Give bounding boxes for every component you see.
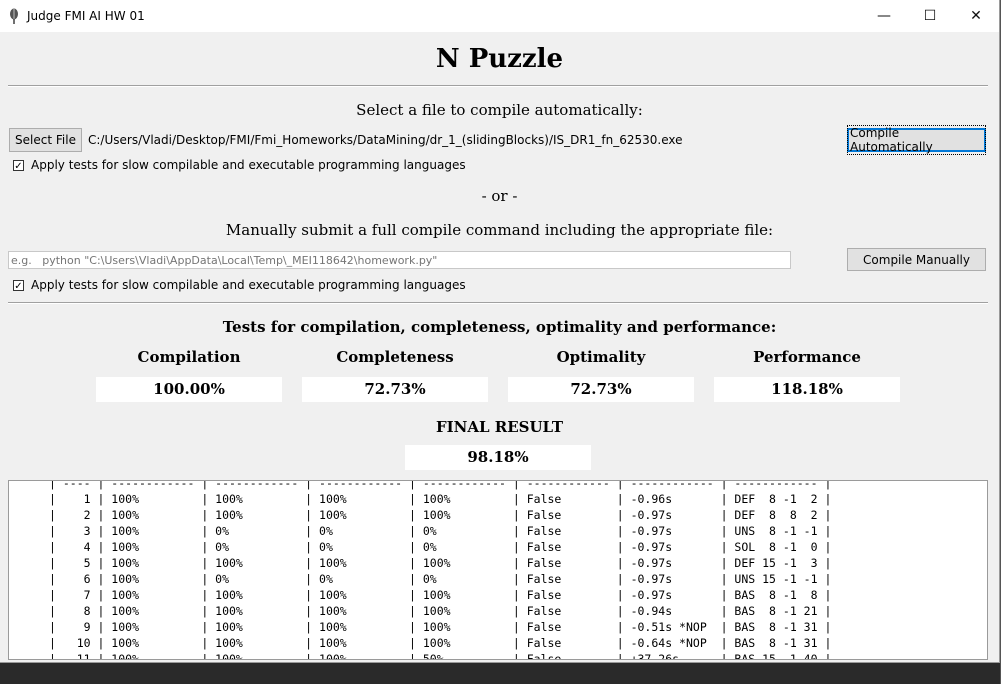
slow-tests-checkbox-row-2[interactable]: ✓ Apply tests for slow compilable and ex…: [13, 278, 466, 292]
compilation-score: 100.00%: [96, 377, 282, 402]
minimize-button[interactable]: —: [861, 0, 907, 32]
final-result-label: FINAL RESULT: [435, 418, 564, 436]
divider: [8, 85, 988, 87]
table-row: | 1 | 100% | 100% | 100% | 100% | False …: [49, 492, 832, 506]
completeness-score: 72.73%: [302, 377, 488, 402]
table-row: | ---- | ------------ | ------------ | -…: [49, 480, 832, 490]
results-table[interactable]: | ---- | ------------ | ------------ | -…: [8, 480, 988, 660]
checkbox-checked-icon[interactable]: ✓: [13, 279, 24, 292]
optimality-header: Optimality: [556, 348, 646, 366]
performance-header: Performance: [753, 348, 861, 366]
select-file-button-label: Select File: [15, 133, 76, 147]
manual-submit-label: Manually submit a full compile command i…: [225, 221, 774, 239]
slow-tests-label-1: Apply tests for slow compilable and exec…: [31, 158, 466, 172]
table-row: | 9 | 100% | 100% | 100% | 100% | False …: [49, 620, 832, 634]
select-file-label: Select a file to compile automatically:: [356, 101, 643, 119]
selected-file-path: C:/Users/Vladi/Desktop/FMI/Fmi_Homeworks…: [88, 133, 683, 147]
compile-automatically-button[interactable]: Compile Automatically: [847, 125, 986, 155]
page-title: N Puzzle: [435, 44, 564, 74]
checkbox-checked-icon[interactable]: ✓: [13, 159, 24, 172]
table-row: | 6 | 100% | 0% | 0% | 0% | False | -0.9…: [49, 572, 832, 586]
select-file-button[interactable]: Select File: [9, 128, 82, 152]
divider: [8, 302, 988, 304]
compile-command-input[interactable]: [8, 251, 791, 269]
slow-tests-label-2: Apply tests for slow compilable and exec…: [31, 278, 466, 292]
table-row: | 7 | 100% | 100% | 100% | 100% | False …: [49, 588, 832, 602]
app-feather-icon: [10, 8, 18, 24]
performance-score: 118.18%: [714, 377, 900, 402]
title-bar[interactable]: Judge FMI AI HW 01 — ☐ ✕: [0, 0, 999, 32]
completeness-header: Completeness: [336, 348, 454, 366]
compile-automatically-label: Compile Automatically: [847, 125, 986, 155]
table-row: | 3 | 100% | 0% | 0% | 0% | False | -0.9…: [49, 524, 832, 538]
compilation-header: Compilation: [137, 348, 241, 366]
results-text: | ---- | ------------ | ------------ | -…: [9, 480, 987, 660]
table-row: | 2 | 100% | 100% | 100% | 100% | False …: [49, 508, 832, 522]
table-row: | 10 | 100% | 100% | 100% | 100% | False…: [49, 636, 832, 650]
table-row: | 4 | 100% | 0% | 0% | 0% | False | -0.9…: [49, 540, 832, 554]
table-row: | 11 | 100% | 100% | 100% | 50% | False …: [49, 652, 832, 660]
slow-tests-checkbox-row-1[interactable]: ✓ Apply tests for slow compilable and ex…: [13, 158, 466, 172]
window-title: Judge FMI AI HW 01: [27, 9, 145, 23]
compile-manually-label: Compile Manually: [863, 252, 970, 267]
tests-heading: Tests for compilation, completeness, opt…: [222, 318, 777, 336]
final-result-score: 98.18%: [405, 445, 591, 470]
optimality-score: 72.73%: [508, 377, 694, 402]
table-row: | 8 | 100% | 100% | 100% | 100% | False …: [49, 604, 832, 618]
table-row: | 5 | 100% | 100% | 100% | 100% | False …: [49, 556, 832, 570]
close-button[interactable]: ✕: [953, 0, 999, 32]
app-window: Judge FMI AI HW 01 — ☐ ✕ N Puzzle Select…: [0, 0, 1000, 663]
or-separator-label: - or -: [481, 187, 518, 205]
maximize-button[interactable]: ☐: [907, 0, 953, 32]
compile-manually-button[interactable]: Compile Manually: [847, 248, 986, 271]
